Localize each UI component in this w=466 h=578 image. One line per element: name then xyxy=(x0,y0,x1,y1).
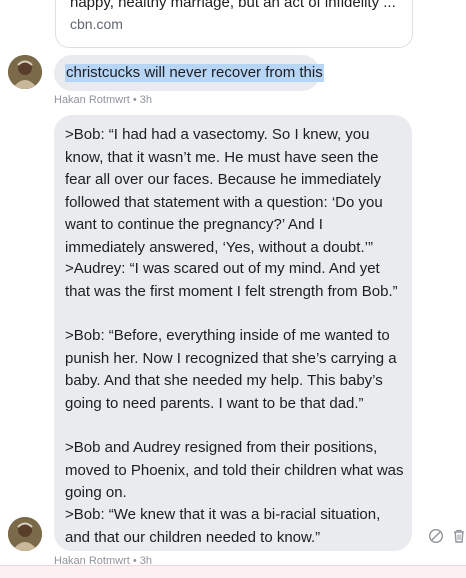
avatar[interactable] xyxy=(8,517,42,551)
user-avatar-photo xyxy=(8,55,42,89)
message-meta: Hakan Rotmwrt • 3h xyxy=(54,94,152,106)
link-preview-description: happy, healthy marriage, but an act of i… xyxy=(70,0,396,11)
meta-separator: • xyxy=(129,94,140,106)
composer-edge xyxy=(0,565,466,578)
circle-slash-icon[interactable] xyxy=(428,528,444,544)
message-bubble[interactable]: christcucks will never recover from this xyxy=(54,55,324,91)
message-paragraph: >Bob: “Before, everything inside of me w… xyxy=(65,327,397,412)
user-avatar-photo xyxy=(8,517,42,551)
message-paragraph: >Bob and Audrey resigned from their posi… xyxy=(65,439,404,501)
message-paragraph: >Bob: “We knew that it was a bi-racial s… xyxy=(65,506,381,546)
message-text: christcucks will never recover from this xyxy=(65,64,324,82)
trash-icon[interactable] xyxy=(451,528,466,544)
avatar[interactable] xyxy=(8,55,42,89)
author-name[interactable]: Hakan Rotmwrt xyxy=(54,94,130,106)
message-paragraph: >Bob: “I had had a vasectomy. So I knew,… xyxy=(65,126,383,256)
link-preview-card[interactable]: happy, healthy marriage, but an act of i… xyxy=(55,0,413,48)
link-preview-domain: cbn.com xyxy=(70,16,123,32)
message-paragraph: >Audrey: “I was scared out of my mind. A… xyxy=(65,260,398,300)
timestamp[interactable]: 3h xyxy=(140,94,152,106)
message-bubble[interactable]: >Bob: “I had had a vasectomy. So I knew,… xyxy=(54,115,412,551)
